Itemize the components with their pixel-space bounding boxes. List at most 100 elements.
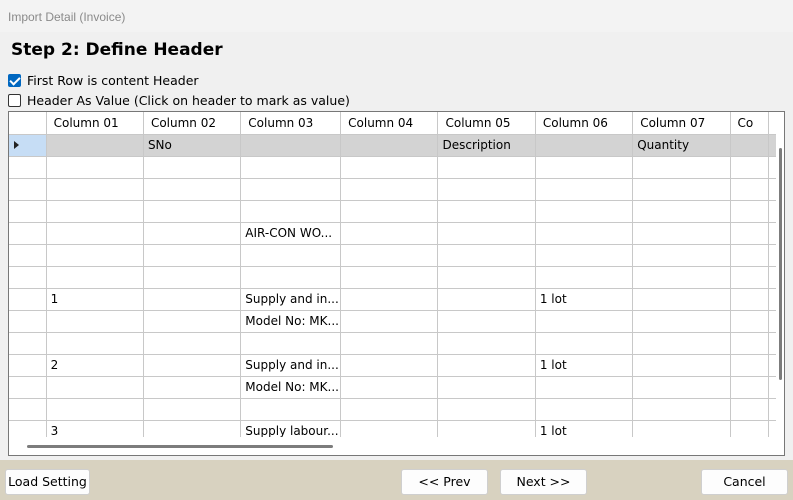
- grid-cell[interactable]: [437, 244, 536, 267]
- grid-cell[interactable]: [535, 332, 634, 355]
- grid-cell[interactable]: [535, 244, 634, 267]
- grid-cell[interactable]: [730, 398, 770, 421]
- grid-cell[interactable]: Description: [437, 134, 536, 157]
- grid-cell[interactable]: [535, 376, 634, 399]
- grid-cell[interactable]: [632, 244, 731, 267]
- grid-cell[interactable]: [437, 222, 536, 245]
- grid-cell[interactable]: [340, 420, 439, 438]
- grid-cell[interactable]: [535, 310, 634, 333]
- grid-cell[interactable]: [46, 244, 144, 267]
- row-header[interactable]: [9, 222, 47, 245]
- first-row-header-option[interactable]: First Row is content Header: [8, 72, 199, 88]
- horizontal-scrollbar[interactable]: [9, 437, 777, 455]
- load-setting-button[interactable]: Load Setting: [5, 469, 90, 495]
- grid-cell[interactable]: [143, 266, 242, 289]
- grid-cell[interactable]: [143, 354, 242, 377]
- row-header[interactable]: [9, 420, 47, 438]
- grid-viewport[interactable]: Column 01 Column 02 Column 03 Column 04 Colu…: [9, 112, 777, 438]
- table-row[interactable]: Model No: MK...: [9, 310, 777, 333]
- grid-cell[interactable]: [632, 200, 731, 223]
- grid-cell[interactable]: [730, 332, 770, 355]
- grid-cell[interactable]: [437, 376, 536, 399]
- grid-cell[interactable]: [240, 266, 342, 289]
- column-header[interactable]: Column 05: [437, 112, 536, 135]
- row-header[interactable]: [9, 354, 47, 377]
- row-header[interactable]: [9, 288, 47, 311]
- grid-cell[interactable]: [143, 244, 242, 267]
- grid-cell[interactable]: [730, 310, 770, 333]
- grid-cell[interactable]: [240, 244, 342, 267]
- grid-cell[interactable]: [340, 134, 439, 157]
- grid-cell[interactable]: [535, 178, 634, 201]
- grid-cell[interactable]: [340, 200, 439, 223]
- grid-cell[interactable]: [632, 398, 731, 421]
- next-button[interactable]: Next >>: [500, 469, 587, 495]
- vertical-scrollbar[interactable]: [776, 112, 784, 438]
- grid-cell[interactable]: [240, 156, 342, 179]
- table-row[interactable]: Model No: MK...: [9, 376, 777, 399]
- table-row[interactable]: [9, 156, 777, 179]
- grid-cell[interactable]: [437, 266, 536, 289]
- grid-cell[interactable]: 1 lot: [535, 288, 634, 311]
- table-row[interactable]: 2 Supply and in... 1 lot: [9, 354, 777, 377]
- grid-cell[interactable]: [632, 354, 731, 377]
- grid-cell[interactable]: [535, 222, 634, 245]
- prev-button[interactable]: << Prev: [401, 469, 488, 495]
- grid-cell[interactable]: [437, 354, 536, 377]
- grid-cell[interactable]: [632, 332, 731, 355]
- row-header[interactable]: [9, 134, 47, 157]
- column-header[interactable]: Column 06: [535, 112, 634, 135]
- table-row[interactable]: [9, 332, 777, 355]
- grid-cell[interactable]: [437, 288, 536, 311]
- grid-cell[interactable]: 1: [46, 288, 144, 311]
- grid-cell[interactable]: [340, 222, 439, 245]
- grid-cell[interactable]: [240, 134, 342, 157]
- grid-cell[interactable]: [535, 156, 634, 179]
- cancel-button[interactable]: Cancel: [701, 469, 788, 495]
- grid-cell[interactable]: [340, 376, 439, 399]
- table-row[interactable]: 3 Supply labour... 1 lot: [9, 420, 777, 438]
- row-header[interactable]: [9, 310, 47, 333]
- row-header[interactable]: [9, 398, 47, 421]
- row-header[interactable]: [9, 244, 47, 267]
- header-as-value-label[interactable]: Header As Value (Click on header to mark…: [27, 93, 350, 108]
- grid-cell[interactable]: 1 lot: [535, 420, 634, 438]
- row-header[interactable]: [9, 178, 47, 201]
- grid-cell[interactable]: [535, 134, 634, 157]
- grid-cell[interactable]: [340, 332, 439, 355]
- grid-cell[interactable]: [340, 288, 439, 311]
- column-header[interactable]: Co: [730, 112, 770, 135]
- grid-cell[interactable]: [535, 200, 634, 223]
- grid-cell[interactable]: [143, 200, 242, 223]
- grid-cell[interactable]: [143, 288, 242, 311]
- grid-cell[interactable]: [730, 266, 770, 289]
- table-row[interactable]: [9, 178, 777, 201]
- column-header[interactable]: Column 04: [340, 112, 439, 135]
- grid-cell[interactable]: [340, 310, 439, 333]
- grid-cell[interactable]: [340, 244, 439, 267]
- grid-cell[interactable]: [143, 310, 242, 333]
- grid-cell[interactable]: [437, 310, 536, 333]
- grid-cell[interactable]: [535, 266, 634, 289]
- column-header[interactable]: Column 03: [240, 112, 342, 135]
- table-row[interactable]: [9, 398, 777, 421]
- grid-cell[interactable]: [340, 178, 439, 201]
- grid-cell[interactable]: [730, 376, 770, 399]
- header-as-value-checkbox[interactable]: [8, 93, 21, 107]
- grid-cell[interactable]: [46, 200, 144, 223]
- first-row-header-label[interactable]: First Row is content Header: [27, 73, 199, 88]
- grid-cell[interactable]: Supply and in...: [240, 354, 342, 377]
- grid-cell[interactable]: Supply and in...: [240, 288, 342, 311]
- grid-cell[interactable]: 2: [46, 354, 144, 377]
- grid-cell[interactable]: [632, 222, 731, 245]
- grid-cell[interactable]: [143, 222, 242, 245]
- grid-cell[interactable]: [46, 376, 144, 399]
- grid-cell[interactable]: SNo: [143, 134, 242, 157]
- grid-cell[interactable]: [46, 266, 144, 289]
- column-header[interactable]: Column 01: [46, 112, 144, 135]
- grid-cell[interactable]: [730, 156, 770, 179]
- grid-cell[interactable]: [437, 156, 536, 179]
- header-as-value-option[interactable]: Header As Value (Click on header to mark…: [8, 92, 350, 108]
- grid-cell[interactable]: [46, 156, 144, 179]
- grid-cell[interactable]: [437, 178, 536, 201]
